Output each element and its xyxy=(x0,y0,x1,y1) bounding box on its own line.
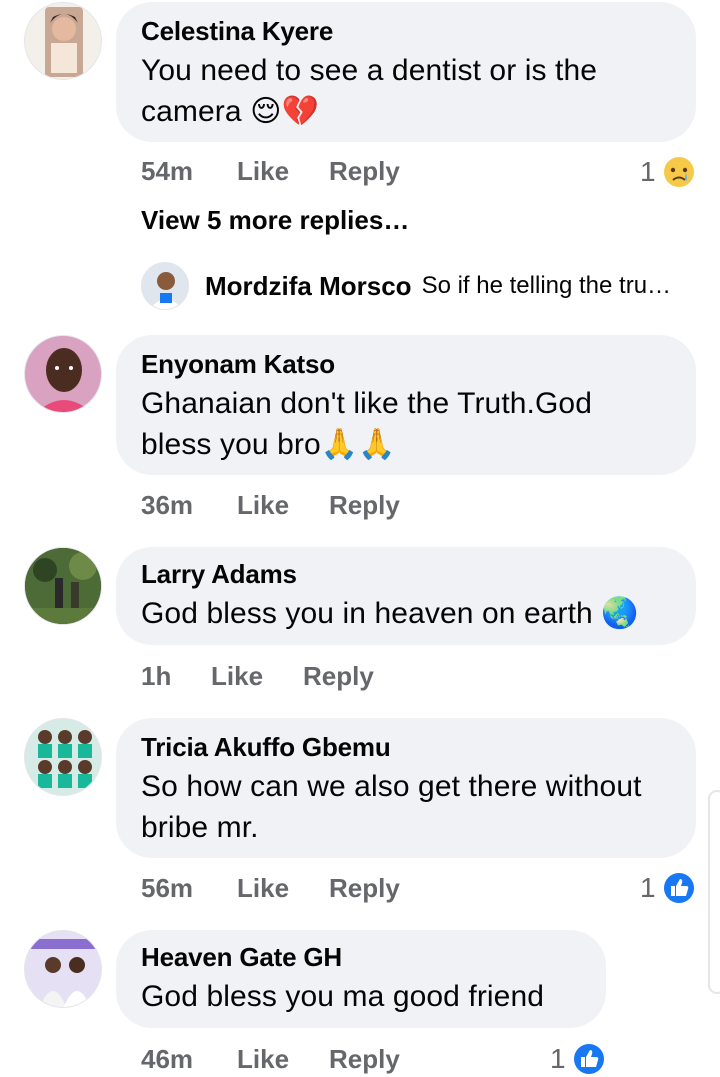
relieved-broken-heart-emoji: 😌💔 xyxy=(250,94,319,129)
reply-button[interactable]: Reply xyxy=(303,661,374,691)
comment-actions: 46m Like Reply xyxy=(141,1044,400,1074)
comment-actions: 1h Like Reply xyxy=(141,661,374,691)
like-reaction-icon xyxy=(663,873,694,903)
reply-preview[interactable]: Mordzifa Morsco So if he telling the tru… xyxy=(141,262,671,310)
comment-author[interactable]: Larry Adams xyxy=(141,559,671,589)
comment-bubble[interactable]: Tricia Akuffo Gbemu So how can we also g… xyxy=(116,718,696,858)
avatar-mordzifa-morsco[interactable] xyxy=(141,262,189,310)
comment-bubble[interactable]: Heaven Gate GH God bless you ma good fri… xyxy=(116,930,606,1028)
like-button[interactable]: Like xyxy=(237,490,329,520)
comment-time[interactable]: 54m xyxy=(141,156,237,186)
avatar-enyonam-katso[interactable] xyxy=(24,335,102,413)
comment-bubble[interactable]: Celestina Kyere You need to see a dentis… xyxy=(116,2,696,142)
sad-reaction-icon xyxy=(663,157,694,187)
profile-photo xyxy=(25,548,101,624)
comment-author[interactable]: Heaven Gate GH xyxy=(141,942,581,972)
view-more-replies-link[interactable]: View 5 more replies… xyxy=(141,205,409,235)
reaction-summary[interactable]: 1 xyxy=(640,871,696,905)
reply-button[interactable]: Reply xyxy=(329,873,400,903)
comment-actions: 36m Like Reply xyxy=(141,490,400,520)
comment-time[interactable]: 1h xyxy=(141,661,211,691)
globe-emoji: 🌏 xyxy=(601,596,639,631)
reaction-count: 1 xyxy=(640,156,656,187)
avatar-tricia-akuffo-gbemu[interactable] xyxy=(24,718,102,796)
like-button[interactable]: Like xyxy=(237,873,329,903)
like-button[interactable]: Like xyxy=(211,661,303,691)
comment-text: Ghanaian don't like the Truth.God bless … xyxy=(141,387,592,462)
reply-button[interactable]: Reply xyxy=(329,156,400,186)
comment-bubble[interactable]: Larry Adams God bless you in heaven on e… xyxy=(116,547,696,645)
reply-button[interactable]: Reply xyxy=(329,490,400,520)
comment-author[interactable]: Celestina Kyere xyxy=(141,16,671,46)
comment-text: You need to see a dentist or is the came… xyxy=(141,54,598,129)
reaction-count: 1 xyxy=(640,872,656,903)
like-button[interactable]: Like xyxy=(237,1044,329,1074)
comment-bubble[interactable]: Enyonam Katso Ghanaian don't like the Tr… xyxy=(116,335,696,475)
avatar-larry-adams[interactable] xyxy=(24,547,102,625)
comment-text: So how can we also get there without bri… xyxy=(141,770,642,844)
avatar-celestina-kyere[interactable] xyxy=(24,2,102,80)
profile-photo xyxy=(25,336,101,412)
comment-text: God bless you ma good friend xyxy=(141,980,545,1013)
comment-actions: 54m Like Reply xyxy=(141,156,400,186)
comment-time[interactable]: 56m xyxy=(141,873,237,903)
comment-author[interactable]: Tricia Akuffo Gbemu xyxy=(141,732,671,762)
reply-author[interactable]: Mordzifa Morsco xyxy=(205,271,412,302)
scroll-handle[interactable] xyxy=(708,790,720,994)
profile-photo xyxy=(150,272,182,309)
reaction-summary[interactable]: 1 xyxy=(640,155,696,189)
comment-time[interactable]: 46m xyxy=(141,1044,237,1074)
reaction-count: 1 xyxy=(550,1043,566,1074)
comment-actions: 56m Like Reply xyxy=(141,873,400,903)
profile-photo xyxy=(25,931,101,1007)
reaction-summary[interactable]: 1 xyxy=(550,1042,606,1076)
profile-photo xyxy=(25,719,101,795)
avatar-heaven-gate-gh[interactable] xyxy=(24,930,102,1008)
like-reaction-icon xyxy=(573,1044,604,1074)
comment-author[interactable]: Enyonam Katso xyxy=(141,349,671,379)
reply-button[interactable]: Reply xyxy=(329,1044,400,1074)
comment-time[interactable]: 36m xyxy=(141,490,237,520)
like-button[interactable]: Like xyxy=(237,156,329,186)
comment-text: God bless you in heaven on earth 🌏 xyxy=(141,596,639,631)
praying-hands-emoji: 🙏🙏 xyxy=(320,427,396,462)
reply-text: So if he telling the tru… xyxy=(421,272,672,299)
profile-photo xyxy=(45,7,83,77)
